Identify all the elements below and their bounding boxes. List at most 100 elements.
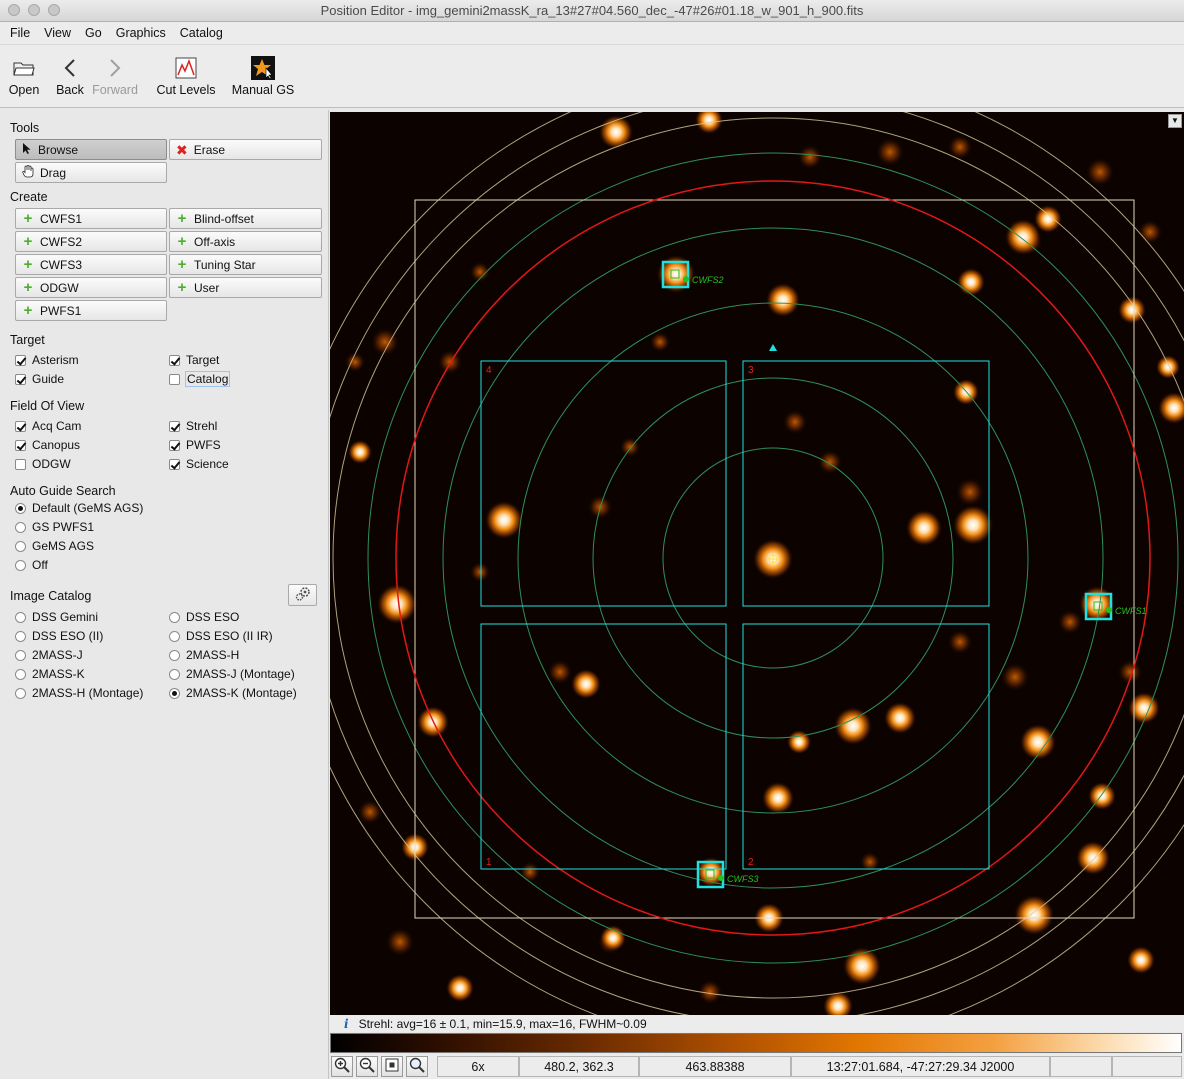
- radio-icon: [15, 559, 26, 571]
- create-cwfs3-button[interactable]: + CWFS3: [15, 254, 167, 275]
- quadrant-number-4: 4: [486, 365, 492, 376]
- info-icon: i: [344, 1016, 349, 1031]
- create-odgw-button[interactable]: + ODGW: [15, 277, 167, 298]
- forward-button[interactable]: Forward: [90, 53, 140, 97]
- quadrant-number-3: 3: [748, 365, 754, 376]
- zoom-in-icon: [334, 1057, 350, 1076]
- catalog-settings-button[interactable]: [288, 584, 317, 606]
- catalog-2mass-h-montage-radio[interactable]: 2MASS-H (Montage): [15, 685, 143, 701]
- catalog-2mass-k-montage-radio[interactable]: 2MASS-K (Montage): [169, 685, 297, 701]
- zoom-out-button[interactable]: [356, 1056, 378, 1077]
- cwfs2-label: CWFS2: [692, 275, 724, 285]
- zoom-in-button[interactable]: [331, 1056, 353, 1077]
- star-cursor-icon: [230, 53, 296, 83]
- fov-strehl-checkbox[interactable]: Strehl: [169, 418, 217, 434]
- create-pwfs1-button[interactable]: + PWFS1: [15, 300, 167, 321]
- checkbox-icon: [169, 458, 180, 470]
- control-panel: Tools Browse ✖ Erase Drag Create + CWFS1 …: [0, 110, 329, 1079]
- red-x-icon: ✖: [176, 141, 188, 158]
- target-asterism-checkbox[interactable]: Asterism: [15, 352, 79, 368]
- plus-icon: +: [23, 232, 33, 250]
- create-tuning-star-button[interactable]: + Tuning Star: [169, 254, 322, 275]
- browse-tool-button[interactable]: Browse: [15, 139, 167, 160]
- catalog-2mass-j-radio[interactable]: 2MASS-J: [15, 647, 83, 663]
- create-cwfs2-button[interactable]: + CWFS2: [15, 231, 167, 252]
- zoom-factor-field: 6x: [437, 1056, 519, 1077]
- radio-icon: [15, 502, 26, 514]
- create-cwfs1-button[interactable]: + CWFS1: [15, 208, 167, 229]
- strehl-status-text: Strehl: avg=16 ± 0.1, min=15.9, max=16, …: [358, 1016, 647, 1031]
- drag-tool-button[interactable]: Drag: [15, 162, 167, 183]
- create-off-axis-button[interactable]: + Off-axis: [169, 231, 322, 252]
- ags-gems-ags-radio[interactable]: GeMS AGS: [15, 538, 94, 554]
- checkbox-icon: [15, 354, 26, 366]
- fov-acq-cam-checkbox[interactable]: Acq Cam: [15, 418, 81, 434]
- plus-icon: +: [177, 278, 187, 296]
- radio-icon: [15, 540, 26, 552]
- radio-icon: [15, 521, 26, 533]
- create-blind-offset-button[interactable]: + Blind-offset: [169, 208, 322, 229]
- plus-icon: +: [23, 209, 33, 227]
- radio-icon: [169, 611, 180, 623]
- plus-icon: +: [177, 232, 187, 250]
- menu-view[interactable]: View: [37, 26, 78, 40]
- catalog-dss-gemini-radio[interactable]: DSS Gemini: [15, 609, 98, 625]
- menu-catalog[interactable]: Catalog: [173, 26, 230, 40]
- zoom-fit-icon: [384, 1057, 400, 1076]
- checkbox-icon: [15, 458, 26, 470]
- zoom-out-icon: [359, 1057, 375, 1076]
- open-button[interactable]: Open: [6, 53, 42, 97]
- fov-canopus-checkbox[interactable]: Canopus: [15, 437, 80, 453]
- empty-readout-field: [1050, 1056, 1112, 1077]
- catalog-dss-eso-radio[interactable]: DSS ESO: [169, 609, 239, 625]
- menu-graphics[interactable]: Graphics: [109, 26, 173, 40]
- pixel-value-field: 463.88388: [639, 1056, 791, 1077]
- plus-icon: +: [23, 255, 33, 273]
- target-target-checkbox[interactable]: Target: [169, 352, 219, 368]
- image-display[interactable]: 4 3 1 2 CWFS2 CWFS1 CWFS3 ▼: [330, 112, 1184, 1015]
- catalog-dss-eso-ii-radio[interactable]: DSS ESO (II): [15, 628, 103, 644]
- radio-icon: [15, 611, 26, 623]
- target-guide-checkbox[interactable]: Guide: [15, 371, 64, 387]
- radio-icon: [15, 668, 26, 680]
- cwfs1-label: CWFS1: [1115, 606, 1147, 616]
- fov-science-checkbox[interactable]: Science: [169, 456, 229, 472]
- menu-file[interactable]: File: [3, 26, 37, 40]
- ags-gs-pwfs1-radio[interactable]: GS PWFS1: [15, 519, 94, 535]
- erase-tool-button[interactable]: ✖ Erase: [169, 139, 322, 160]
- fov-heading: Field Of View: [10, 399, 85, 413]
- radio-icon: [15, 687, 26, 699]
- fov-pwfs-checkbox[interactable]: PWFS: [169, 437, 221, 453]
- create-heading: Create: [10, 190, 48, 204]
- readout-bar: 6x 480.2, 362.3 463.88388 13:27:01.684, …: [330, 1054, 1184, 1079]
- target-catalog-checkbox[interactable]: Catalog: [169, 371, 231, 387]
- zoom-fit-button[interactable]: [381, 1056, 403, 1077]
- chevron-left-icon: [54, 53, 86, 83]
- catalog-2mass-h-radio[interactable]: 2MASS-H: [169, 647, 239, 663]
- sky-image-overlay: 4 3 1 2 CWFS2 CWFS1 CWFS3: [330, 112, 1184, 1015]
- create-user-button[interactable]: + User: [169, 277, 322, 298]
- ags-default-radio[interactable]: Default (GeMS AGS): [15, 500, 143, 516]
- ags-heading: Auto Guide Search: [10, 484, 116, 498]
- fov-odgw-checkbox[interactable]: ODGW: [15, 456, 71, 472]
- folder-icon: [6, 53, 42, 83]
- zoom-normal-button[interactable]: [406, 1056, 428, 1077]
- histogram-icon: [154, 53, 218, 83]
- cwfs3-label: CWFS3: [727, 874, 759, 884]
- back-button[interactable]: Back: [54, 53, 86, 97]
- cut-levels-button[interactable]: Cut Levels: [154, 53, 218, 97]
- catalog-2mass-k-radio[interactable]: 2MASS-K: [15, 666, 85, 682]
- checkbox-icon: [169, 439, 180, 451]
- chevron-right-icon: [90, 53, 140, 83]
- menu-bar: File View Go Graphics Catalog: [0, 22, 1184, 45]
- colorbar[interactable]: [330, 1033, 1182, 1053]
- catalog-2mass-j-montage-radio[interactable]: 2MASS-J (Montage): [169, 666, 295, 682]
- radio-icon: [169, 668, 180, 680]
- ags-off-radio[interactable]: Off: [15, 557, 48, 573]
- catalog-dss-eso-ii-ir-radio[interactable]: DSS ESO (II IR): [169, 628, 273, 644]
- view-menu-button[interactable]: ▼: [1168, 114, 1182, 128]
- menu-go[interactable]: Go: [78, 26, 109, 40]
- manual-gs-button[interactable]: Manual GS: [230, 53, 296, 97]
- quadrant-number-1: 1: [486, 857, 492, 868]
- checkbox-icon: [169, 420, 180, 432]
